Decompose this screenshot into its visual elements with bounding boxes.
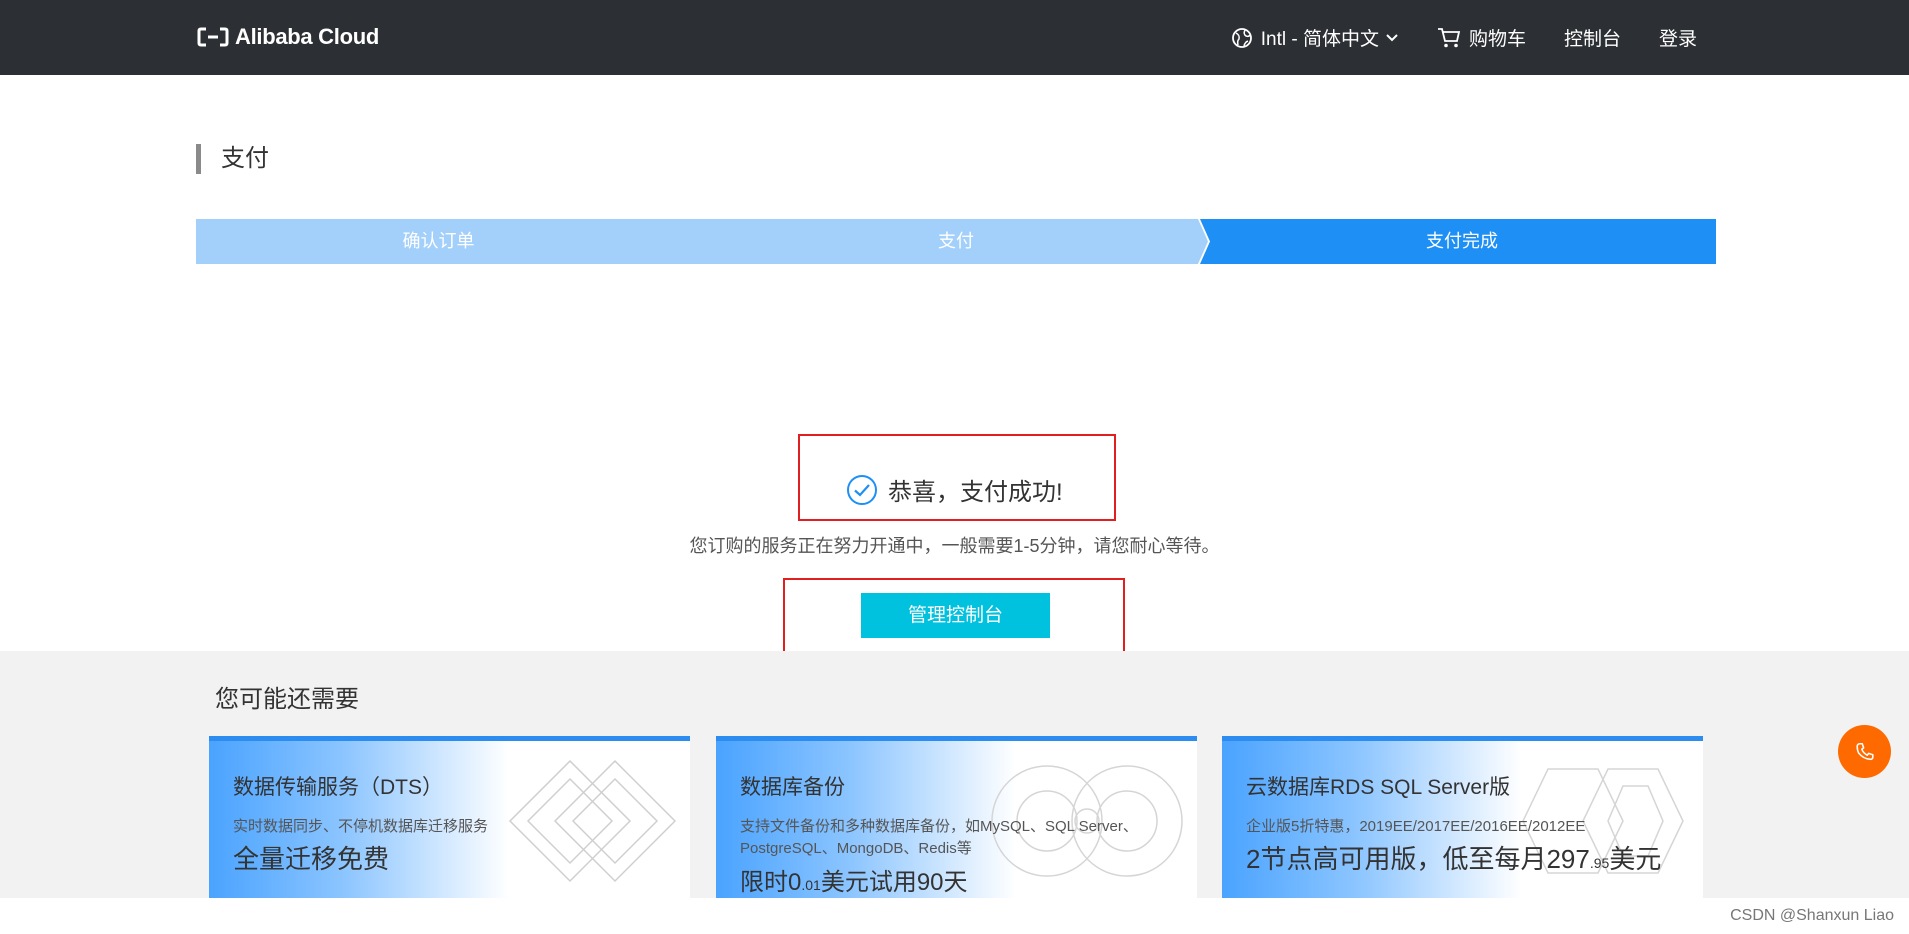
recommend-title: 您可能还需要	[215, 686, 359, 713]
recommend-card-backup[interactable]: 数据库备份 支持文件备份和多种数据库备份，如MySQL、SQL Server、P…	[716, 736, 1197, 898]
recommend-card-rds-sqlserver[interactable]: 云数据库RDS SQL Server版 企业版5折特惠，2019EE/2017E…	[1222, 736, 1703, 898]
success-text: 恭喜，支付成功!	[888, 479, 1063, 506]
card-title: 数据传输服务（DTS）	[233, 776, 443, 799]
manage-console-button[interactable]: 管理控制台	[861, 593, 1050, 638]
step-confirm-order: 确认订单	[402, 231, 475, 251]
card-promo: 全量迁移免费	[233, 844, 390, 874]
header-nav: Intl - 简体中文 购物车 控制台 登录	[1193, 0, 1697, 75]
card-title: 云数据库RDS SQL Server版	[1246, 776, 1511, 799]
cart-link[interactable]: 购物车	[1437, 24, 1526, 51]
card-promo: 2节点高可用版，低至每月297.95美元	[1246, 844, 1662, 874]
card-description: 支持文件备份和多种数据库备份，如MySQL、SQL Server、Postgre…	[740, 818, 1138, 857]
check-circle-icon	[847, 474, 877, 505]
success-message: 恭喜，支付成功!	[846, 472, 1063, 507]
chevron-down-icon	[1386, 33, 1398, 41]
step-payment-complete: 支付完成	[1426, 231, 1498, 251]
globe-icon	[1231, 27, 1252, 48]
alibaba-logo-icon	[197, 27, 229, 47]
contact-phone-button[interactable]	[1838, 725, 1891, 778]
watermark-text: CSDN @Shanxun Liao	[1730, 907, 1894, 924]
recommend-card-dts[interactable]: 数据传输服务（DTS） 实时数据同步、不停机数据库迁移服务 全量迁移免费	[209, 736, 690, 898]
logo-text: Alibaba Cloud	[235, 24, 379, 49]
alibaba-cloud-logo[interactable]: Alibaba Cloud	[197, 24, 379, 50]
card-description: 企业版5折特惠，2019EE/2017EE/2016EE/2012EE	[1246, 818, 1586, 835]
console-link[interactable]: 控制台	[1564, 24, 1621, 51]
activation-notice: 您订购的服务正在努力开通中，一般需要1-5分钟，请您耐心等待。	[689, 536, 1220, 556]
card-promo: 限时0.01美元试用90天	[740, 869, 968, 896]
cart-label: 购物车	[1468, 29, 1526, 50]
console-label: 控制台	[1563, 29, 1621, 50]
top-navigation-bar: Alibaba Cloud Intl - 简体中文 购物车 控制台 登录	[0, 0, 1909, 75]
page-title: 支付	[196, 144, 269, 174]
card-title: 数据库备份	[740, 776, 845, 799]
language-label: Intl - 简体中文	[1260, 29, 1379, 50]
card-description: 实时数据同步、不停机数据库迁移服务	[233, 818, 489, 835]
step-payment: 支付	[938, 231, 974, 251]
shopping-cart-icon	[1437, 27, 1461, 47]
recommend-section: 您可能还需要 数据传输服务（DTS） 实时数据同步、不停机数据库迁移服务 全量迁…	[0, 651, 1909, 898]
language-selector[interactable]: Intl - 简体中文	[1231, 24, 1399, 51]
phone-icon	[1855, 742, 1874, 760]
payment-steps: 确认订单 支付 支付完成	[196, 219, 1716, 264]
login-link[interactable]: 登录	[1659, 24, 1697, 51]
login-label: 登录	[1658, 29, 1697, 50]
